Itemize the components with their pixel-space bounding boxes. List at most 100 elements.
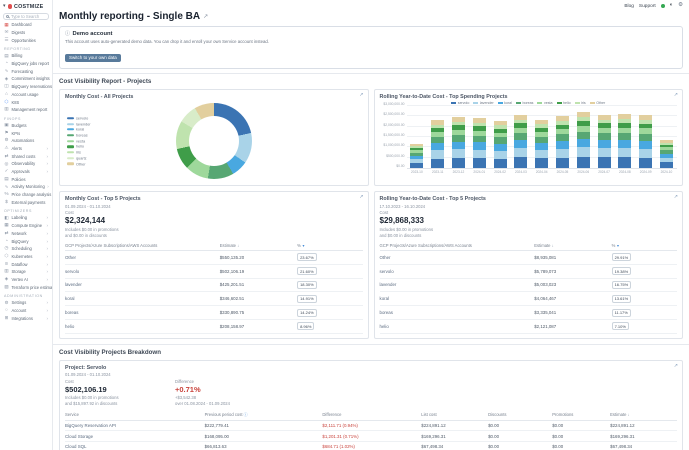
- bar-2024-04[interactable]: [535, 120, 548, 168]
- sidebar-item-k8s[interactable]: ⬡K8S: [0, 98, 52, 106]
- sidebar-item-network[interactable]: ⇄Network›: [0, 230, 52, 238]
- sidebar-item-settings[interactable]: ⚙Settings›: [0, 299, 52, 307]
- sidebar-item-approvals[interactable]: ✓Approvals›: [0, 168, 52, 176]
- table-row[interactable]: lavender$5,003,02316.75%: [380, 278, 678, 292]
- sidebar-item-activity-monitoring[interactable]: ∿Activity Monitoring›: [0, 183, 52, 191]
- table-row[interactable]: koral$4,064,46713.61%: [380, 292, 678, 306]
- blog-link[interactable]: Blog: [624, 4, 634, 9]
- column-header-discounts[interactable]: Discounts: [488, 410, 552, 421]
- column-header-percent[interactable]: % ▼: [612, 241, 677, 251]
- theme-toggle-icon[interactable]: ◐: [670, 3, 673, 9]
- bar-2023-11[interactable]: [431, 120, 444, 168]
- table-row[interactable]: Other$8,935,08129.91%: [380, 251, 678, 265]
- table-row[interactable]: Cloud SQL$66,813.63$684.71 (1.02%)$67,49…: [65, 442, 677, 450]
- bar-2023-10[interactable]: [410, 144, 423, 168]
- legend-item-quartz[interactable]: quartz: [67, 156, 91, 160]
- sidebar-item-account[interactable]: ○Account›: [0, 307, 52, 315]
- sidebar-item-opportunities[interactable]: ☰Opportunities: [0, 36, 52, 44]
- column-header-estimate[interactable]: Estimate ↓: [610, 410, 677, 421]
- bar-2024-07[interactable]: [598, 115, 611, 168]
- column-header-service[interactable]: Service: [65, 410, 205, 421]
- sidebar-item-account-usage[interactable]: ⌂Account usage: [0, 91, 52, 99]
- column-header-promotions[interactable]: Promotions: [552, 410, 610, 421]
- legend-item-helio[interactable]: helio: [67, 145, 91, 149]
- expand-icon[interactable]: ↗: [674, 364, 678, 369]
- legend-item-vesta[interactable]: vesta: [67, 139, 91, 143]
- filter-icon[interactable]: ▼: [615, 244, 619, 248]
- table-row[interactable]: boreas$3,335,04111.17%: [380, 306, 678, 320]
- legend-item-iris[interactable]: iris: [67, 150, 91, 154]
- bar-2024-09[interactable]: [639, 115, 652, 168]
- sidebar-search[interactable]: [3, 13, 49, 20]
- table-row[interactable]: helio$208,158.978.96%: [65, 319, 363, 333]
- bar-2024-08[interactable]: [618, 114, 631, 168]
- sidebar-item-forecasting[interactable]: ∿Forecasting: [0, 67, 52, 75]
- bar-2024-10[interactable]: [660, 140, 673, 168]
- expand-icon[interactable]: ↗: [674, 195, 678, 200]
- support-link[interactable]: Support: [639, 4, 656, 9]
- column-header-list-cost[interactable]: List cost: [421, 410, 488, 421]
- sidebar-item-billing[interactable]: ▤Billing: [0, 52, 52, 60]
- table-row[interactable]: boreas$330,890.7514.24%: [65, 306, 363, 320]
- sidebar-item-budgets[interactable]: ▣Budgets: [0, 122, 52, 130]
- expand-icon[interactable]: ↗: [674, 93, 678, 98]
- expand-icon[interactable]: ↗: [359, 93, 363, 98]
- table-row[interactable]: koral$346,602.5114.91%: [65, 292, 363, 306]
- sidebar-item-vertex-ai[interactable]: ◈Vertex AI›: [0, 276, 52, 284]
- sidebar-item-shared-costs[interactable]: ⇄Shared costs›: [0, 152, 52, 160]
- sidebar-item-integrations[interactable]: ⊞Integrations›: [0, 314, 52, 322]
- sidebar-item-bigquery-reservations[interactable]: ◫BigQuery reservations: [0, 83, 52, 91]
- sidebar-item-dashboard[interactable]: ▦Dashboard: [0, 21, 52, 29]
- sidebar-item-scheduling[interactable]: ◷Scheduling›: [0, 245, 52, 253]
- column-header-projects[interactable]: GCP Projects/Azure Subscriptions/AWS Acc…: [380, 241, 535, 251]
- legend-item-boreas[interactable]: boreas: [67, 133, 91, 137]
- column-header-estimate[interactable]: Estimate ↓: [534, 241, 611, 251]
- bar-2024-05[interactable]: [556, 116, 569, 168]
- settings-gear-icon[interactable]: ⚙: [678, 3, 683, 9]
- bar-2024-03[interactable]: [514, 115, 527, 168]
- sidebar-item-storage[interactable]: ▥Storage›: [0, 268, 52, 276]
- present-report-icon[interactable]: ↗: [203, 13, 208, 20]
- legend-item-lavender[interactable]: lavender: [67, 122, 91, 126]
- filter-icon[interactable]: ▼: [301, 244, 305, 248]
- sidebar-item-terraform-price-estimator[interactable]: ▨Terraform price estimator: [0, 283, 52, 291]
- sidebar-item-compute-engine[interactable]: ▦Compute Engine›: [0, 222, 52, 230]
- table-row[interactable]: helio$2,121,0877.10%: [380, 319, 678, 333]
- sidebar-item-price-change-analysis[interactable]: %Price change analysis: [0, 191, 52, 199]
- legend-item-other[interactable]: Other: [67, 162, 91, 166]
- table-row[interactable]: BigQuery Reservation API$222,779.41$2,11…: [65, 420, 677, 431]
- sidebar-item-bigquery[interactable]: ◔BigQuery›: [0, 237, 52, 245]
- sidebar-item-automations[interactable]: ⚙Automations: [0, 137, 52, 145]
- column-header-percent[interactable]: % ▼: [297, 241, 362, 251]
- donut-ring[interactable]: [176, 103, 252, 179]
- column-header-previous-period-cost[interactable]: Previous period cost ⓘ: [205, 410, 323, 421]
- legend-item-servolo[interactable]: servolo: [67, 116, 91, 120]
- sidebar-item-kubernetes[interactable]: ⬡Kubernetes›: [0, 253, 52, 261]
- bar-2024-01[interactable]: [473, 118, 486, 168]
- bar-2024-02[interactable]: [494, 121, 507, 168]
- legend-item-koral[interactable]: koral: [67, 128, 91, 132]
- sidebar-item-commitment-insights[interactable]: ◈Commitment insights: [0, 75, 52, 83]
- sidebar-item-labeling[interactable]: ◧Labeling›: [0, 214, 52, 222]
- bar-2024-06[interactable]: [577, 112, 590, 168]
- sidebar-item-alerts[interactable]: ⚠Alerts›: [0, 145, 52, 153]
- expand-icon[interactable]: ↗: [359, 195, 363, 200]
- table-row[interactable]: lavender$425,201.5118.30%: [65, 278, 363, 292]
- table-row[interactable]: servolo$5,789,07319.38%: [380, 264, 678, 278]
- status-dot-icon[interactable]: [661, 4, 665, 8]
- sidebar-item-bigquery-jobs-report[interactable]: ◔BigQuery jobs report: [0, 60, 52, 68]
- column-header-estimate[interactable]: Estimate ↓: [220, 241, 297, 251]
- sidebar-item-dataflow[interactable]: ≋Dataflow›: [0, 260, 52, 268]
- table-row[interactable]: Cloud Storage$168,095.00$1,201.31 (0.71%…: [65, 431, 677, 442]
- sidebar-item-observability[interactable]: ◎Observability›: [0, 160, 52, 168]
- table-row[interactable]: Other$550,135.2023.67%: [65, 251, 363, 265]
- sidebar-item-external-payments[interactable]: $External payments: [0, 198, 52, 206]
- search-input[interactable]: [11, 14, 46, 19]
- column-header-difference[interactable]: Difference: [322, 410, 421, 421]
- bar-2023-12[interactable]: [452, 117, 465, 168]
- sidebar-item-policies[interactable]: ▤Policies: [0, 175, 52, 183]
- sidebar-item-kpis[interactable]: ⚑KPIs: [0, 129, 52, 137]
- sidebar-item-digests[interactable]: ✉Digests: [0, 29, 52, 37]
- table-row[interactable]: servolo$502,106.1921.60%: [65, 264, 363, 278]
- column-header-projects[interactable]: GCP Projects/Azure Subscriptions/AWS Acc…: [65, 241, 220, 251]
